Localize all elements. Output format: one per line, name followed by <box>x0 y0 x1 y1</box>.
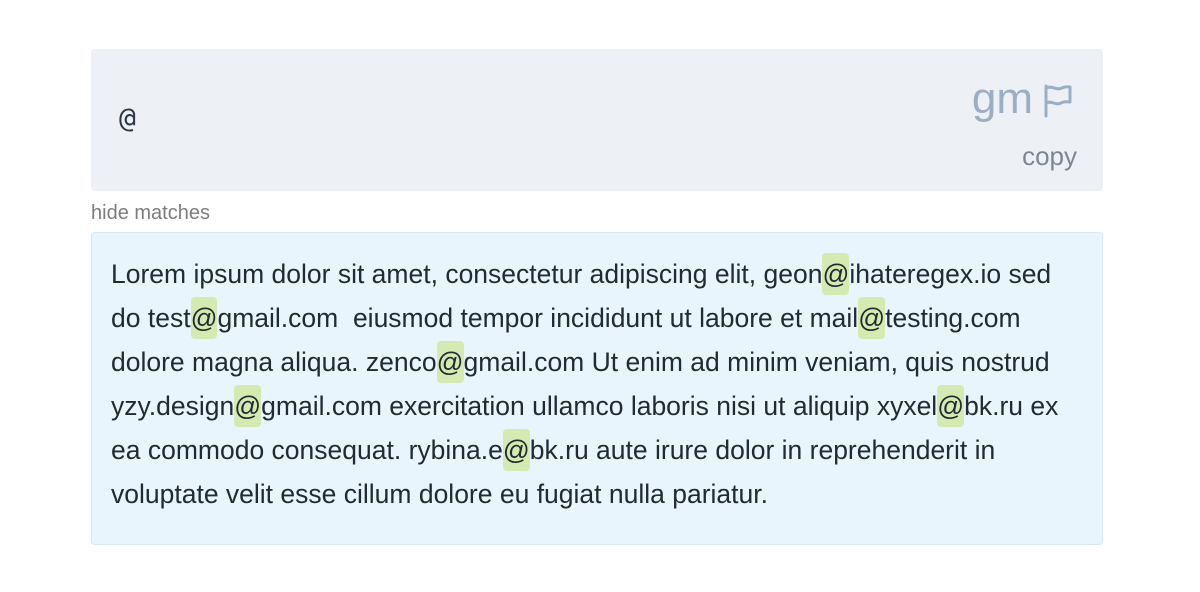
text-segment: gmail.com eiusmod tempor incididunt ut l… <box>217 303 859 333</box>
match-highlight: @ <box>858 297 886 339</box>
hide-matches-toggle[interactable]: hide matches <box>91 202 210 225</box>
flags-label[interactable]: gm <box>972 71 1033 127</box>
match-highlight: @ <box>190 297 218 339</box>
regex-panel: gm copy <box>91 49 1103 191</box>
match-highlight: @ <box>937 385 965 427</box>
flag-icon[interactable] <box>1043 84 1073 118</box>
test-text-panel[interactable]: Lorem ipsum dolor sit amet, consectetur … <box>91 232 1103 545</box>
match-highlight: @ <box>234 385 262 427</box>
regex-input[interactable] <box>119 95 919 139</box>
text-segment: gmail.com exercitation ullamco laboris n… <box>261 391 938 421</box>
text-segment: Lorem ipsum dolor sit amet, consectetur … <box>111 259 823 289</box>
match-highlight: @ <box>502 429 530 471</box>
match-highlight: @ <box>822 253 850 295</box>
test-text: Lorem ipsum dolor sit amet, consectetur … <box>111 252 1084 516</box>
match-highlight: @ <box>436 341 464 383</box>
regex-tester: gm copy hide matches Lorem ipsum dolor s… <box>0 0 1200 592</box>
flags-selector[interactable]: gm <box>972 71 1073 127</box>
copy-button[interactable]: copy <box>1022 141 1077 172</box>
